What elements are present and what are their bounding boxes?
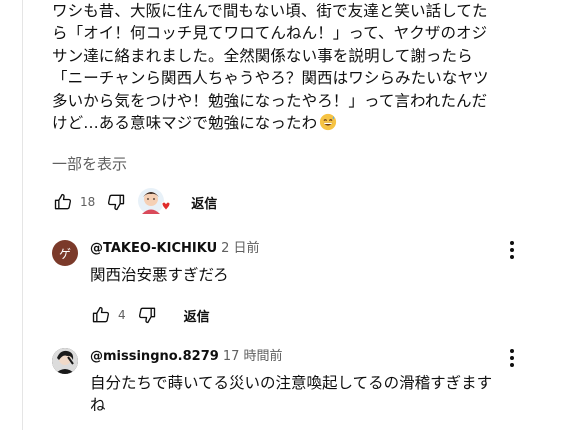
thread-line bbox=[22, 0, 23, 430]
reply-action-row: 4 返信 bbox=[90, 300, 210, 330]
reply-text-line: 自分たちで蒔いてる災いの注意喚起してるの滑稽すぎます bbox=[90, 374, 493, 392]
comment-line-last: けど…ある意味マジで勉強になったわ bbox=[52, 112, 562, 134]
comment-text: ワシも昔、大阪に住んで間もない頃、街で友達と笑い話してた ら「オイ！何コッチ見て… bbox=[52, 0, 562, 134]
reply-text-line: ね bbox=[90, 396, 106, 414]
comment-line: ワシも昔、大阪に住んで間もない頃、街で友達と笑い話してた bbox=[52, 2, 488, 20]
thumbs-down-icon[interactable] bbox=[105, 191, 127, 213]
reply-text-line: 関西治安悪すぎだろ bbox=[90, 266, 229, 284]
more-vert-icon[interactable] bbox=[502, 346, 522, 370]
avatar[interactable] bbox=[52, 348, 78, 374]
creator-heart-avatar-icon bbox=[137, 187, 171, 217]
comment-line: ら「オイ！何コッチ見てワロてんねん！」って、ヤクザのオジ bbox=[52, 24, 488, 43]
thumbs-down-icon[interactable] bbox=[136, 304, 158, 326]
comment-action-row: 18 返信 bbox=[52, 187, 217, 217]
reply-author[interactable]: @TAKEO-KICHIKU bbox=[90, 241, 217, 256]
thumbs-up-icon[interactable] bbox=[52, 191, 74, 213]
comment-line-text: けど…ある意味マジで勉強になったわ bbox=[52, 114, 318, 133]
comment-line: 「ニーチャンら関西人ちゃうやろ？関西はワシらみたいなヤツ bbox=[52, 69, 489, 88]
avatar[interactable]: ゲ bbox=[52, 240, 78, 266]
reply-text: 関西治安悪すぎだろ bbox=[90, 264, 550, 286]
reply-time[interactable]: 2 日前 bbox=[221, 241, 259, 256]
avatar-letter: ゲ bbox=[58, 246, 71, 261]
reply-content: @TAKEO-KICHIKU 2 日前 関西治安悪すぎだろ bbox=[90, 240, 550, 286]
reply-button[interactable]: 返信 bbox=[184, 306, 210, 325]
reply-item: ゲ @TAKEO-KICHIKU 2 日前 関西治安悪すぎだろ 4 返信 bbox=[52, 240, 552, 330]
comment-line: サン達に絡まれました。全然関係ない事を説明して謝ったら bbox=[52, 46, 473, 65]
comment-line: 多いから気をつけや！勉強になったやろ！」って言われたんだ bbox=[52, 91, 488, 110]
show-more-link[interactable]: 一部を表示 bbox=[52, 153, 127, 174]
thumbs-up-icon[interactable] bbox=[90, 304, 112, 326]
reply-item: @missingno.8279 17 時間前 自分たちで蒔いてる災いの注意喚起して… bbox=[52, 348, 552, 430]
reply-header: @missingno.8279 17 時間前 bbox=[90, 348, 550, 366]
reply-header: @TAKEO-KICHIKU 2 日前 bbox=[90, 240, 550, 258]
reply-text: 自分たちで蒔いてる災いの注意喚起してるの滑稽すぎます ね bbox=[90, 372, 550, 416]
reply-time[interactable]: 17 時間前 bbox=[223, 349, 283, 364]
grinning-sweat-emoji-icon bbox=[320, 113, 337, 131]
like-count: 18 bbox=[80, 195, 96, 209]
more-vert-icon[interactable] bbox=[502, 238, 522, 262]
reply-content: @missingno.8279 17 時間前 自分たちで蒔いてる災いの注意喚起して… bbox=[90, 348, 550, 416]
like-count: 4 bbox=[118, 308, 126, 322]
reply-button[interactable]: 返信 bbox=[191, 193, 217, 212]
reply-author[interactable]: @missingno.8279 bbox=[90, 349, 219, 364]
